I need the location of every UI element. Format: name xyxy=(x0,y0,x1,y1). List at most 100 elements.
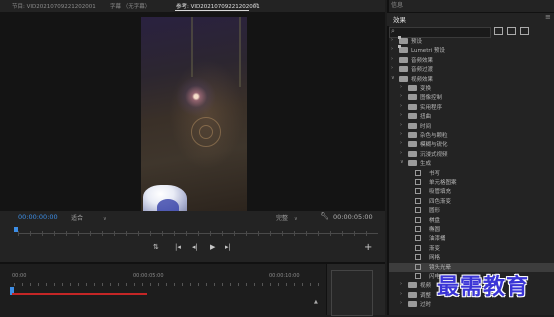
yuv-effects-icon[interactable] xyxy=(520,27,529,35)
add-button[interactable]: + xyxy=(364,242,372,253)
effect-item[interactable]: 吸管填充 xyxy=(389,187,554,196)
menu-icon[interactable]: ≡ xyxy=(545,13,551,21)
chevron-right-icon[interactable]: › xyxy=(400,291,402,297)
step-back-icon[interactable]: |◂ xyxy=(175,243,181,251)
playback-resolution-dropdown[interactable]: 完整 ∨ xyxy=(276,213,298,222)
chevron-right-icon[interactable]: › xyxy=(400,122,402,128)
chevron-right-icon[interactable]: › xyxy=(400,281,402,287)
effect-folder[interactable]: ∨ 生成 xyxy=(389,159,554,168)
scroll-up-icon[interactable]: ▲ xyxy=(314,299,318,305)
effect-item[interactable]: 圆形 xyxy=(389,206,554,215)
effect-folder[interactable]: › 扭曲 xyxy=(389,112,554,121)
tree-item-label: 视频效果 xyxy=(411,76,434,83)
time-ruler[interactable] xyxy=(14,227,378,236)
chevron-right-icon[interactable]: › xyxy=(391,37,393,43)
folder-icon xyxy=(399,66,408,73)
marker-icon[interactable]: ⇅ xyxy=(153,243,159,251)
folder-icon xyxy=(408,301,417,308)
effect-folder[interactable]: › 变换 xyxy=(389,84,554,93)
video-frame[interactable] xyxy=(141,17,247,211)
chevron-down-icon[interactable]: ∨ xyxy=(391,75,395,81)
tree-item-label: 书写 xyxy=(429,170,441,177)
effect-folder[interactable]: › 图像控制 xyxy=(389,93,554,102)
chevron-down-icon[interactable]: ∨ xyxy=(400,159,404,165)
tree-item-label: 图像控制 xyxy=(420,95,443,102)
effect-item[interactable]: 棋盘 xyxy=(389,216,554,225)
effect-item[interactable]: 渐变 xyxy=(389,244,554,253)
playhead-marker[interactable] xyxy=(14,227,18,232)
tree-item-label: 音频效果 xyxy=(411,57,434,64)
timeline-ruler[interactable]: 00:00 00:00:05:00 00:00:10:00 xyxy=(0,273,326,287)
hamburger-icon[interactable]: ≡ xyxy=(253,1,259,9)
effect-item[interactable]: 油漆桶 xyxy=(389,234,554,243)
chevron-right-icon[interactable]: › xyxy=(400,112,402,118)
tree-item-label: 网格 xyxy=(429,255,441,262)
chevron-right-icon[interactable]: › xyxy=(400,150,402,156)
chevron-right-icon[interactable]: › xyxy=(400,140,402,146)
tab-info[interactable]: 信息 xyxy=(391,0,403,9)
effect-item[interactable]: 书写 xyxy=(389,169,554,178)
effect-folder[interactable]: › 过时 xyxy=(389,300,554,309)
scooter-body xyxy=(157,199,179,211)
effect-folder[interactable]: › 沉浸式视频 xyxy=(389,150,554,159)
folder-icon xyxy=(408,282,417,289)
effect-folder[interactable]: › 实用程序 xyxy=(389,103,554,112)
tab-reference[interactable]: 参考: VID20210709221202001 xyxy=(176,2,260,10)
lens-flare-ring xyxy=(199,125,213,139)
folder-icon xyxy=(398,36,408,44)
time-ruler-ticks xyxy=(18,231,378,236)
watermark-logo: 最需教育 xyxy=(437,274,530,300)
tree-item-label: 音频过渡 xyxy=(411,67,434,74)
search-icon: ⌕ xyxy=(391,27,395,35)
chevron-right-icon[interactable]: › xyxy=(391,46,393,52)
lamp-post xyxy=(191,17,193,77)
accelerated-effects-icon[interactable] xyxy=(494,27,503,35)
effect-folder[interactable]: › 预设 xyxy=(389,36,554,46)
effect-folder[interactable]: ∨ 视频效果 xyxy=(389,75,554,84)
chevron-right-icon[interactable]: › xyxy=(391,56,393,62)
folder-icon xyxy=(399,56,408,63)
effects-title[interactable]: 效果 xyxy=(393,14,406,24)
tree-item-label: 吸管填充 xyxy=(429,189,452,196)
tree-item-label: 预设 xyxy=(411,39,423,45)
effect-folder[interactable]: › 杂色与颗粒 xyxy=(389,131,554,140)
chevron-right-icon[interactable]: › xyxy=(400,131,402,137)
tree-item-label: 实用程序 xyxy=(420,104,443,111)
folder-icon xyxy=(408,150,417,157)
tree-item-label: 调整 xyxy=(420,292,432,299)
play-icon[interactable]: ▶ xyxy=(210,243,215,251)
effect-icon xyxy=(415,263,421,270)
tree-item-label: 油漆桶 xyxy=(429,236,446,243)
effect-folder[interactable]: › 音频过渡 xyxy=(389,65,554,74)
tab-captions[interactable]: 字幕 （无字幕） xyxy=(110,2,150,10)
folder-icon xyxy=(408,141,417,148)
effect-folder[interactable]: › 模糊与锐化 xyxy=(389,140,554,149)
effect-icon xyxy=(415,179,421,185)
chevron-right-icon[interactable]: › xyxy=(391,65,393,71)
step-back-frame-icon[interactable]: ◂| xyxy=(192,243,198,251)
tree-item-label: 单元格图案 xyxy=(429,180,457,186)
chevron-right-icon[interactable]: › xyxy=(400,84,402,90)
chevron-right-icon[interactable]: › xyxy=(400,103,402,109)
effect-folder[interactable]: › Lumetri 预设 xyxy=(389,45,554,55)
chevron-right-icon[interactable]: › xyxy=(400,300,402,306)
effect-folder[interactable]: › 音频效果 xyxy=(389,56,554,65)
effect-item[interactable]: 椭圆 xyxy=(389,225,554,234)
settings-wrench-icon[interactable]: 🔧︎ xyxy=(320,212,329,220)
tab-program[interactable]: 节目: VID20210709221202001 xyxy=(12,2,96,10)
effect-item[interactable]: 四色渐变 xyxy=(389,197,554,206)
effect-folder[interactable]: › 时间 xyxy=(389,122,554,131)
effect-item[interactable]: 单元格图案 xyxy=(389,178,554,187)
effect-item[interactable]: 网格 xyxy=(389,253,554,262)
go-to-end-icon[interactable]: ▸| xyxy=(225,243,231,251)
effect-icon xyxy=(415,244,421,251)
chevron-right-icon[interactable]: › xyxy=(400,93,402,99)
32bit-effects-icon[interactable] xyxy=(507,27,516,35)
zoom-fit-dropdown[interactable]: 适合 ∨ xyxy=(71,213,107,222)
folder-icon xyxy=(408,160,417,167)
effect-icon xyxy=(415,226,421,232)
playhead-timecode[interactable]: 00:00:00:00 xyxy=(18,213,58,221)
tree-item-label: 渐变 xyxy=(429,245,441,252)
effect-icon xyxy=(415,169,421,176)
effect-icon xyxy=(415,254,421,261)
